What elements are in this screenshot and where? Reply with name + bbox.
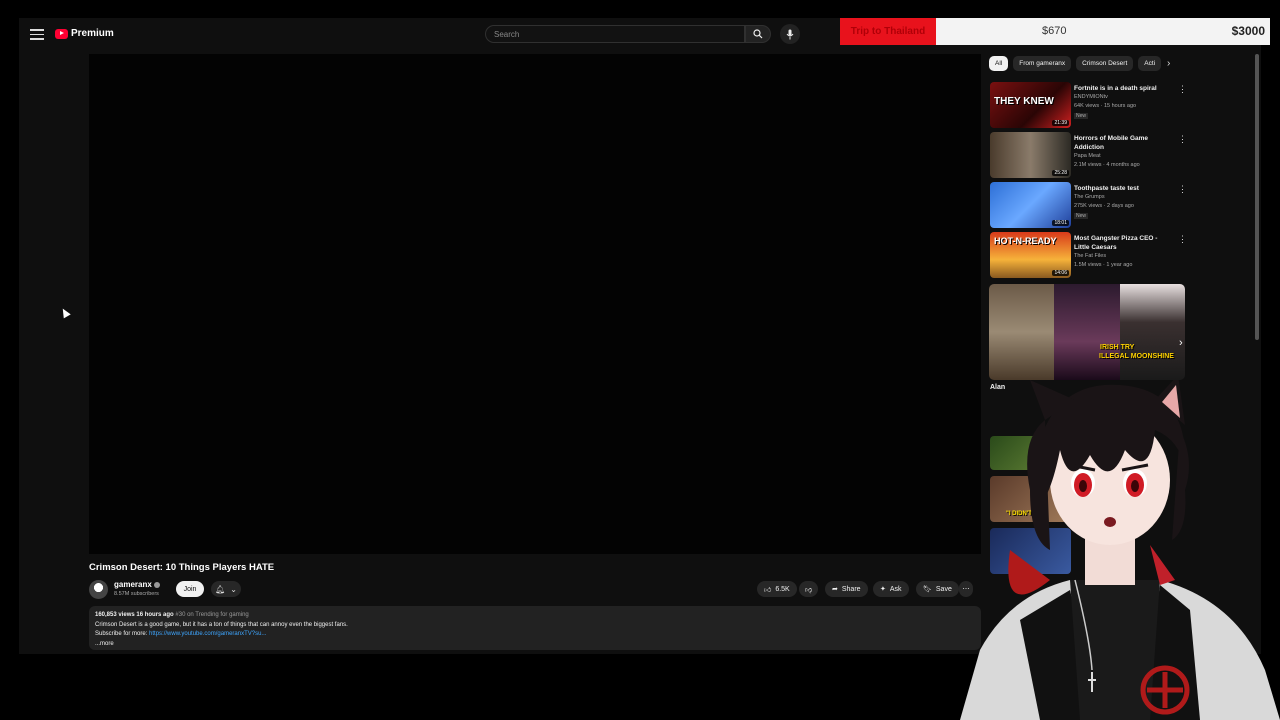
search-input[interactable]: Search	[485, 25, 745, 43]
shelf-thumbnail-text: ILLEGAL MOONSHINE	[1099, 353, 1174, 360]
microphone-icon	[786, 29, 794, 39]
voice-search-button[interactable]	[780, 24, 800, 44]
chip-from-channel[interactable]: From gameranx	[1013, 56, 1072, 71]
subscriber-count: 8.57M subscribers	[114, 591, 159, 597]
search-button[interactable]	[745, 25, 771, 43]
vtuber-avatar	[960, 380, 1280, 720]
description-text: Crimson Desert is a good game, but it ha…	[95, 621, 348, 628]
like-button[interactable]: 👍︎ 6.5K	[757, 581, 797, 597]
sparkle-icon: ✦	[880, 586, 886, 593]
video-thumbnail[interactable]: HOT-N-READY 14:06	[990, 232, 1071, 278]
channel-name-link[interactable]: gameranx	[114, 580, 160, 589]
recommendation-item[interactable]: 18:01 Toothpaste taste test The Grumps 2…	[990, 182, 1190, 228]
logo-label: Premium	[71, 28, 114, 39]
verified-icon	[153, 581, 160, 588]
more-vertical-icon[interactable]: ⋮	[1178, 84, 1187, 95]
goal-current-amount: $670	[1042, 25, 1067, 37]
video-player[interactable]	[89, 54, 981, 554]
description-box[interactable]: 160,853 views 16 hours ago #30 on Trendi…	[89, 606, 981, 650]
chip-crimson-desert[interactable]: Crimson Desert	[1076, 56, 1134, 71]
search-icon	[753, 29, 763, 39]
chevron-down-icon: ⌄	[230, 584, 237, 594]
view-meta: 160,853 views 16 hours ago	[95, 612, 174, 618]
video-thumbnail[interactable]: 25:28	[990, 132, 1071, 178]
recommendation-title[interactable]: Fortnite is in a death spiral	[1074, 84, 1174, 93]
like-count: 6.5K	[775, 585, 790, 593]
dislike-button[interactable]: 👎︎	[799, 581, 819, 597]
recommendation-views: 275K views · 2 days ago	[1074, 203, 1134, 209]
new-badge: New	[1074, 113, 1089, 119]
stream-capture: Premium Search Crimson Desert: 10 Things…	[0, 0, 1280, 720]
more-vertical-icon[interactable]: ⋮	[1178, 134, 1187, 145]
recommendation-channel[interactable]: ENDYMIONtv	[1074, 94, 1108, 100]
mouse-cursor-icon	[59, 306, 71, 319]
ask-label: Ask	[889, 585, 902, 593]
duration-badge: 21:39	[1052, 120, 1069, 126]
youtube-logo[interactable]: Premium	[55, 28, 114, 39]
duration-badge: 18:01	[1052, 220, 1069, 226]
video-thumbnail[interactable]: 18:01	[990, 182, 1071, 228]
goal-label: Trip to Thailand	[840, 18, 936, 45]
recommendation-title[interactable]: Toothpaste taste test	[1074, 184, 1174, 193]
video-thumbnail[interactable]: THEY KNEW 21:39	[990, 82, 1071, 128]
short-thumbnail[interactable]	[989, 284, 1055, 380]
video-title: Crimson Desert: 10 Things Players HATE	[89, 562, 275, 573]
subscribe-text: Subscribe for more:	[95, 631, 150, 637]
short-thumbnail[interactable]	[1119, 284, 1185, 380]
show-more-link[interactable]: ...more	[95, 640, 975, 650]
duration-badge: 14:06	[1052, 270, 1069, 276]
chevron-right-icon[interactable]: ›	[1167, 58, 1170, 69]
recommendation-views: 64K views · 15 hours ago	[1074, 103, 1137, 109]
ask-button[interactable]: ✦ Ask	[873, 581, 909, 597]
chevron-right-icon[interactable]: ›	[1179, 337, 1183, 349]
recommendation-item[interactable]: HOT-N-READY 14:06 Most Gangster Pizza CE…	[990, 232, 1190, 278]
share-icon: ➦	[832, 586, 838, 593]
sidebar-scrollbar[interactable]	[1255, 54, 1259, 340]
trending-tag[interactable]: #30 on Trending for gaming	[175, 612, 248, 618]
recommendation-channel[interactable]: The Grumps	[1074, 194, 1105, 200]
recommendation-title[interactable]: Horrors of Mobile Game Addiction	[1074, 134, 1174, 152]
channel-avatar[interactable]	[89, 580, 108, 599]
thumbs-down-icon: 👎︎	[805, 586, 813, 594]
bookmark-icon: 🔖︎	[923, 586, 932, 593]
chip-all[interactable]: All	[989, 56, 1009, 71]
recommendation-channel[interactable]: The Fat Files	[1074, 253, 1106, 259]
goal-target-amount: $3000	[1231, 24, 1265, 38]
chip-action[interactable]: Acti	[1138, 56, 1162, 71]
channel-name: gameranx	[114, 580, 152, 589]
recommendation-views: 1.5M views · 1 year ago	[1074, 262, 1133, 268]
menu-icon[interactable]	[29, 26, 45, 42]
donation-goal-tracker: Trip to Thailand $670 $3000	[840, 18, 1270, 45]
new-badge: New	[1074, 213, 1089, 219]
share-label: Share	[841, 585, 861, 593]
more-vertical-icon[interactable]: ⋮	[1178, 184, 1187, 195]
youtube-play-icon	[55, 28, 68, 39]
recommendation-item[interactable]: THEY KNEW 21:39 Fortnite is in a death s…	[990, 82, 1190, 128]
short-thumbnail[interactable]	[1054, 284, 1120, 380]
duration-badge: 25:28	[1052, 170, 1069, 176]
bell-icon: 🔔︎	[215, 584, 226, 594]
recommendation-channel[interactable]: Papa Meat	[1074, 153, 1101, 159]
recommendation-title[interactable]: Most Gangster Pizza CEO - Little Caesars	[1074, 234, 1174, 252]
filter-chips: All From gameranx Crimson Desert Acti	[989, 56, 1179, 73]
thumbnail-text: HOT-N-READY	[994, 236, 1057, 246]
share-button[interactable]: ➦ Share	[825, 581, 868, 597]
thumbs-up-icon: 👍︎	[764, 586, 772, 594]
subscribe-link[interactable]: https://www.youtube.com/gameranxTV?su...	[149, 631, 266, 637]
shorts-shelf[interactable]	[989, 284, 1185, 380]
thumbnail-text: THEY KNEW	[994, 96, 1054, 107]
recommendation-views: 2.1M views · 4 months ago	[1074, 162, 1140, 168]
shelf-thumbnail-text: IRISH TRY	[1100, 344, 1135, 351]
more-vertical-icon[interactable]: ⋮	[1178, 234, 1187, 245]
recommendation-item[interactable]: 25:28 Horrors of Mobile Game Addiction P…	[990, 132, 1190, 178]
join-button[interactable]: Join	[176, 581, 204, 597]
notification-bell-button[interactable]: 🔔︎ ⌄	[211, 581, 241, 597]
